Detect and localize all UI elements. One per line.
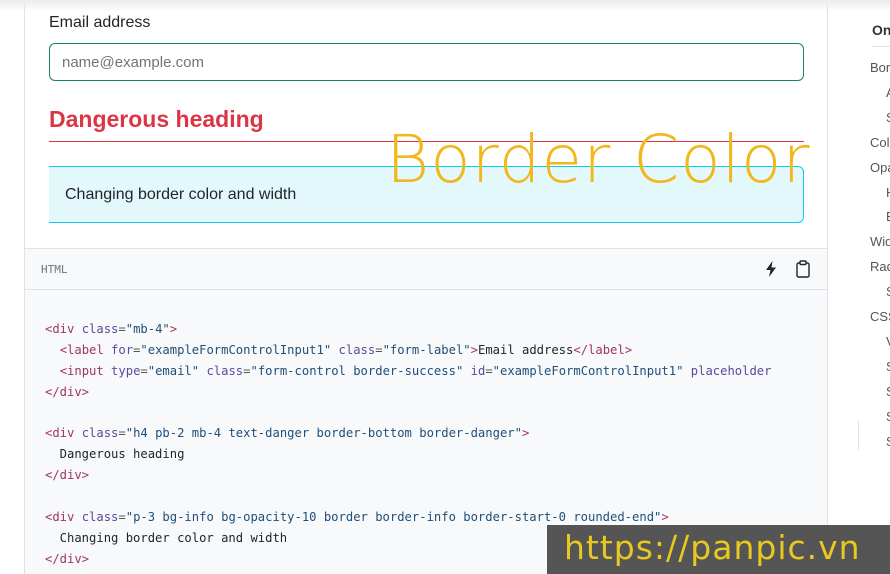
code-language: HTML: [41, 263, 68, 276]
toc-item[interactable]: How it works: [886, 185, 890, 200]
code-token-attr: class: [331, 342, 376, 357]
toc-item[interactable]: Sass maps: [886, 384, 890, 399]
code-token-tag: <input: [59, 363, 104, 378]
code-token-attr: for: [103, 342, 134, 357]
code-header: HTML: [25, 249, 827, 290]
code-token-plain: Dangerous heading: [45, 447, 185, 462]
code-token-val: "form-control border-success": [250, 363, 464, 378]
code-token-attr: id: [463, 363, 486, 378]
toc-item[interactable]: Color: [870, 135, 890, 150]
lightning-icon[interactable]: [761, 259, 781, 279]
code-line: </div>: [45, 465, 772, 486]
code-token-punc: =: [118, 510, 126, 525]
code-token-val: "p-3 bg-info bg-opacity-10 border border…: [125, 510, 662, 525]
toc-item[interactable]: Border: [870, 60, 890, 75]
code-token-attr: class: [74, 426, 119, 441]
toc-item[interactable]: Sass mixins: [886, 409, 890, 424]
code-line: Dangerous heading: [45, 444, 772, 465]
toc-item[interactable]: Radius: [870, 259, 890, 274]
toc-item[interactable]: Opacity: [870, 160, 890, 175]
toc-divider: [872, 46, 890, 47]
toc-item[interactable]: Sizes: [886, 284, 890, 299]
code-token-tag: <label: [59, 342, 104, 357]
toc-item[interactable]: CSS: [870, 309, 890, 324]
code-token-punc: =: [118, 322, 126, 336]
watermark-url: https://panpic.vn: [547, 525, 890, 574]
code-token-punc: =: [140, 363, 148, 378]
toc-item[interactable]: Sass utilities API: [886, 434, 890, 449]
toc-item[interactable]: Width: [870, 234, 890, 249]
code-token-tag: <div: [45, 510, 75, 525]
code-token-attr: placeholder: [683, 363, 772, 378]
code-token-tag: <div: [45, 426, 75, 441]
toc-item[interactable]: Example: [886, 209, 890, 224]
email-label: Email address: [49, 14, 151, 31]
code-token-val: "exampleFormControlInput1": [492, 363, 684, 378]
top-shadow: [0, 0, 890, 12]
code-token-punc: =: [243, 363, 251, 378]
code-token-val: "mb-4": [125, 322, 170, 336]
toc-title: On this page: [872, 22, 890, 38]
code-token-tag: >: [470, 342, 478, 357]
code-token-val: "email": [147, 363, 200, 378]
code-token-tag: >: [521, 426, 530, 441]
code-token-attr: class: [199, 363, 244, 378]
code-token-val: "exampleFormControlInput1": [140, 342, 332, 357]
clipboard-icon[interactable]: [793, 259, 813, 279]
code-line: <label for = "exampleFormControlInput1" cl…: [45, 340, 772, 361]
code-token-tag: <div: [45, 322, 75, 336]
code-token-punc: =: [118, 426, 126, 441]
code-token-tag: </label>: [573, 342, 633, 357]
code-token-tag: >: [661, 510, 669, 525]
code-token-attr: class: [74, 510, 119, 525]
code-line: <div class="mb-4">: [45, 319, 772, 340]
email-input[interactable]: [49, 43, 804, 81]
code-token-tag: </div>: [45, 551, 90, 566]
toc-item[interactable]: Additive: [886, 85, 890, 100]
code-line: </div>: [45, 382, 772, 403]
toc-item[interactable]: Subtractive: [886, 110, 890, 125]
code-token-tag: >: [169, 322, 178, 336]
code-line: <div class="h4 pb-2 mb-4 text-danger bor…: [45, 423, 772, 444]
toc-item[interactable]: Variables: [886, 334, 890, 349]
code-token-punc: =: [375, 342, 383, 357]
code-token-punc: =: [485, 363, 493, 378]
code-line: <input type="email" class="form-control …: [45, 361, 772, 382]
code-token-plain: Changing border color and width: [45, 530, 288, 545]
code-token-tag: </div>: [45, 384, 90, 399]
code-token-val: "form-label": [382, 342, 471, 357]
toc-scroll-edge: [858, 420, 859, 450]
toc-item[interactable]: Sass variables: [886, 359, 890, 374]
code-token-attr: class: [74, 322, 119, 336]
code-token-val: "h4 pb-2 mb-4 text-danger border-bottom …: [125, 426, 522, 441]
code-token-attr: type: [103, 363, 141, 378]
code-token-plain: Email address: [477, 342, 574, 357]
code-token-tag: </div>: [45, 468, 90, 483]
table-of-contents: On this page Border Additive Subtractive Co…: [858, 0, 890, 574]
watermark-title: Border Color: [386, 121, 811, 198]
